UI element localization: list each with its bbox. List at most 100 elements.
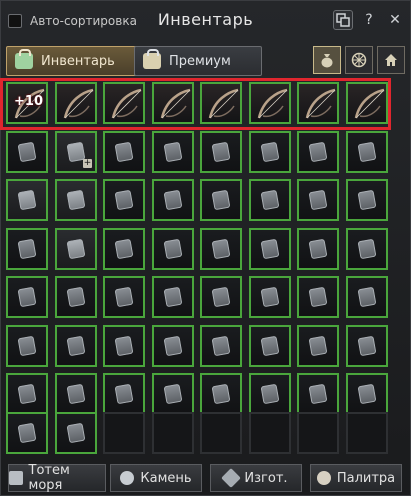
stone-slot[interactable]	[103, 228, 145, 270]
stone-slot[interactable]	[6, 412, 48, 454]
black-stone-icon	[66, 335, 86, 357]
stone-slot[interactable]	[346, 325, 388, 367]
stone-slot[interactable]	[200, 276, 242, 318]
stone-slot[interactable]	[55, 276, 97, 318]
black-stone-icon	[260, 141, 280, 163]
black-stone-icon	[357, 189, 377, 211]
house-icon[interactable]	[377, 46, 405, 74]
header-icons: ? ✕	[333, 10, 405, 30]
black-stone-icon	[163, 141, 183, 163]
black-stone-icon	[260, 189, 280, 211]
black-stone-icon	[308, 189, 328, 211]
bag-icon	[15, 49, 33, 69]
stone-slot[interactable]	[346, 228, 388, 270]
money-bag-icon[interactable]	[313, 46, 341, 74]
black-stone-icon	[114, 383, 134, 405]
empty-slot[interactable]	[152, 412, 194, 454]
stone-button[interactable]: Камень	[110, 464, 202, 492]
black-stone-icon	[114, 286, 134, 308]
stone-slot[interactable]	[297, 373, 339, 415]
stone-slot[interactable]	[249, 131, 291, 173]
stone-slot[interactable]	[55, 373, 97, 415]
grid-row	[6, 412, 395, 454]
stone-slot[interactable]	[6, 373, 48, 415]
black-stone-icon	[66, 286, 86, 308]
stone-slot[interactable]	[152, 131, 194, 173]
stone-slot[interactable]	[200, 228, 242, 270]
stone-slot[interactable]	[297, 179, 339, 221]
stone-slot[interactable]: +	[55, 131, 97, 173]
stone-slot[interactable]	[103, 325, 145, 367]
stone-slot[interactable]	[152, 276, 194, 318]
black-stone-icon	[17, 141, 37, 163]
stone-slot[interactable]	[152, 179, 194, 221]
empty-slot[interactable]	[297, 412, 339, 454]
empty-slot[interactable]	[346, 412, 388, 454]
stone-slot[interactable]	[249, 373, 291, 415]
empty-slot[interactable]	[200, 412, 242, 454]
stone-slot[interactable]	[103, 131, 145, 173]
palette-label: Палитра	[336, 470, 396, 486]
stone-slot[interactable]	[6, 325, 48, 367]
black-stone-icon	[211, 286, 231, 308]
stone-slot[interactable]	[200, 373, 242, 415]
stone-slot[interactable]	[6, 131, 48, 173]
palette-button[interactable]: Палитра	[310, 464, 402, 492]
stone-slot[interactable]	[103, 276, 145, 318]
stone-slot[interactable]	[346, 179, 388, 221]
stone-slot[interactable]	[346, 276, 388, 318]
stone-slot[interactable]	[297, 131, 339, 173]
black-stone-icon	[260, 286, 280, 308]
stone-slot[interactable]	[55, 412, 97, 454]
stone-slot[interactable]	[152, 325, 194, 367]
stone-slot[interactable]	[200, 179, 242, 221]
black-stone-icon	[357, 335, 377, 357]
stone-slot[interactable]	[6, 228, 48, 270]
stone-slot[interactable]	[6, 179, 48, 221]
empty-slot[interactable]	[103, 412, 145, 454]
stone-slot[interactable]	[55, 179, 97, 221]
grid-row	[6, 276, 395, 318]
stone-slot[interactable]	[103, 373, 145, 415]
gear-wheel-icon[interactable]	[345, 46, 373, 74]
black-stone-icon	[17, 383, 37, 405]
stone-slot[interactable]	[200, 131, 242, 173]
tab-premium[interactable]: Премиум	[134, 46, 262, 76]
black-stone-icon	[163, 335, 183, 357]
totem-button[interactable]: Тотем моря	[8, 463, 106, 493]
black-stone-icon	[163, 286, 183, 308]
stone-slot[interactable]	[249, 179, 291, 221]
stone-slot[interactable]	[249, 276, 291, 318]
stone-slot[interactable]	[55, 228, 97, 270]
stone-slot[interactable]	[6, 276, 48, 318]
stone-label: Камень	[140, 470, 192, 486]
stone-slot[interactable]	[152, 373, 194, 415]
stone-slot[interactable]	[249, 325, 291, 367]
tab-icon-buttons	[313, 46, 405, 74]
stone-slot[interactable]	[346, 373, 388, 415]
help-icon[interactable]: ?	[359, 10, 379, 30]
plus-badge-icon: +	[83, 158, 92, 168]
stone-slot[interactable]	[55, 325, 97, 367]
craft-button[interactable]: Изгот.	[210, 464, 302, 492]
totem-icon	[9, 471, 23, 485]
stone-slot[interactable]	[346, 131, 388, 173]
stone-slot[interactable]	[297, 276, 339, 318]
tab-inventory[interactable]: Инвентарь	[6, 46, 139, 76]
stone-slot[interactable]	[152, 228, 194, 270]
black-stone-icon	[163, 238, 183, 260]
stone-slot[interactable]	[297, 325, 339, 367]
stone-slot[interactable]	[249, 228, 291, 270]
empty-slot[interactable]	[249, 412, 291, 454]
black-stone-icon	[211, 141, 231, 163]
stone-slot[interactable]	[200, 325, 242, 367]
window-mode-icon[interactable]	[333, 10, 353, 30]
black-stone-icon	[260, 238, 280, 260]
black-stone-icon	[211, 189, 231, 211]
close-icon[interactable]: ✕	[385, 10, 405, 30]
black-stone-icon	[211, 335, 231, 357]
stone-slot[interactable]	[103, 179, 145, 221]
stone-slot[interactable]	[297, 228, 339, 270]
black-stone-icon	[308, 141, 328, 163]
black-stone-icon	[114, 238, 134, 260]
